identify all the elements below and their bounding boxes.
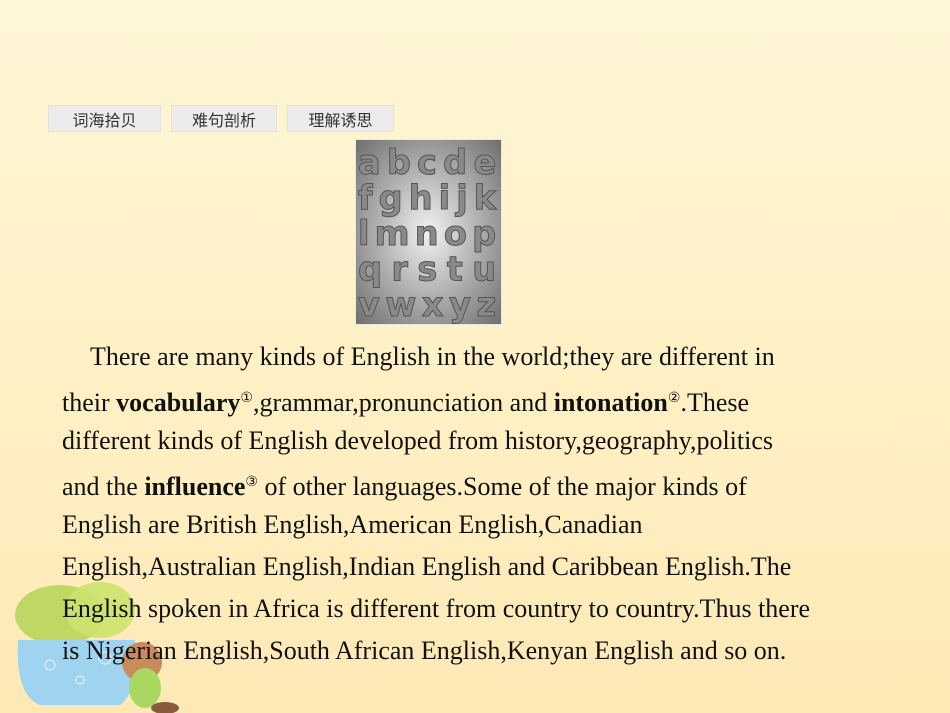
passage-line: their vocabulary①,grammar,pronunciation …: [62, 378, 810, 420]
alphabet-letters: abcde fghijk lmnop qrstu vwxyz: [357, 142, 497, 324]
passage-line: There are many kinds of English in the w…: [90, 342, 775, 371]
text: .These: [680, 388, 750, 417]
tab-vocabulary[interactable]: 词海拾贝: [48, 105, 161, 132]
passage-line: English spoken in Africa is different fr…: [62, 594, 811, 623]
passage-line: English are British English,American Eng…: [62, 510, 643, 539]
passage-line: and the influence③ of other languages.So…: [62, 462, 810, 504]
passage: There are many kinds of English in the w…: [62, 336, 810, 672]
text: ,grammar,pronunciation and: [252, 388, 554, 417]
text: and the: [62, 472, 145, 501]
keyword-influence: influence: [144, 472, 246, 501]
tab-comprehension[interactable]: 理解诱思: [287, 105, 394, 132]
letters-row: qrstu: [358, 249, 496, 288]
note-marker: ①: [240, 391, 253, 406]
letters-row: vwxyz: [358, 285, 496, 324]
tab-difficult-sentences[interactable]: 难句剖析: [171, 105, 277, 132]
text: their: [62, 388, 117, 417]
note-marker: ③: [245, 475, 258, 490]
text: of other languages.Some of the major kin…: [257, 472, 747, 501]
passage-line: is Nigerian English,South African Englis…: [62, 636, 787, 665]
passage-line: English,Australian English,Indian Englis…: [62, 552, 792, 581]
note-marker: ②: [667, 391, 681, 406]
keyword-vocabulary: vocabulary: [116, 388, 241, 417]
letters-row: lmnop: [358, 214, 496, 253]
letters-row: abcde: [358, 143, 496, 182]
letters-row: fghijk: [358, 178, 497, 217]
passage-line: different kinds of English developed fro…: [62, 426, 774, 455]
alphabet-image: abcde fghijk lmnop qrstu vwxyz: [355, 139, 502, 325]
keyword-intonation: intonation: [553, 388, 668, 417]
section-tabs: 词海拾贝 难句剖析 理解诱思: [48, 105, 394, 132]
